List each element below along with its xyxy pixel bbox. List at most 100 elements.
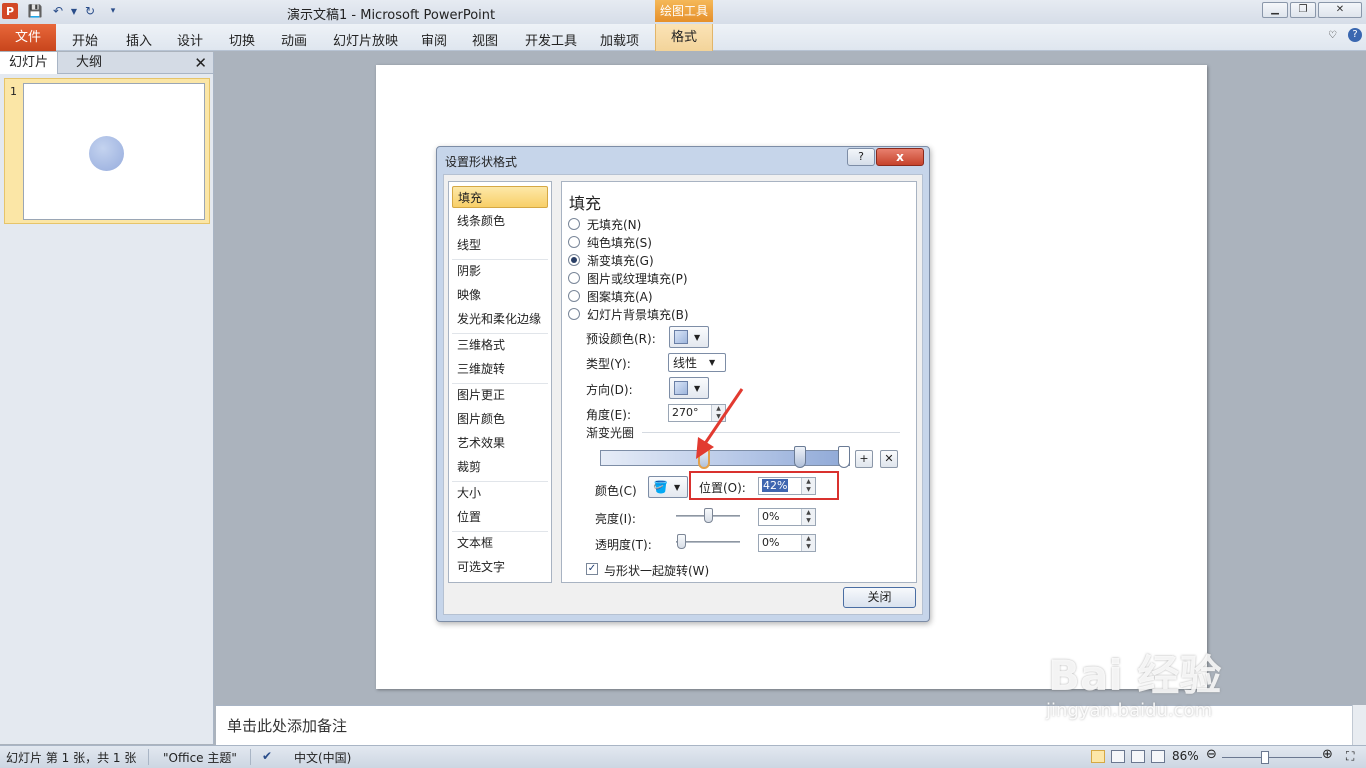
transparency-slider-thumb[interactable]	[677, 534, 686, 549]
category-alt-text[interactable]: 可选文字	[452, 556, 548, 578]
radio-button[interactable]	[568, 308, 580, 320]
tab-format[interactable]: 格式	[655, 24, 713, 51]
close-window-button[interactable]: ✕	[1318, 2, 1362, 18]
preset-colors-label: 预设颜色(R):	[586, 332, 656, 346]
type-label: 类型(Y):	[586, 357, 631, 371]
dialog-close-x-button[interactable]: x	[876, 148, 924, 166]
slideshow-view-icon[interactable]	[1151, 750, 1165, 763]
tab-slideshow[interactable]: 幻灯片放映	[333, 30, 398, 49]
tab-insert[interactable]: 插入	[126, 30, 152, 49]
tab-home[interactable]: 开始	[72, 30, 98, 49]
category-3d-rotation[interactable]: 三维旋转	[452, 358, 548, 380]
category-size[interactable]: 大小	[452, 482, 548, 504]
radio-solid-fill[interactable]: 纯色填充(S)	[568, 234, 652, 250]
redo-icon[interactable]: ↻	[82, 3, 98, 19]
minimize-button[interactable]: ▁	[1262, 2, 1288, 18]
customize-qat-icon[interactable]: ▾	[105, 3, 121, 19]
brightness-spinner[interactable]: 0% ▲ ▼	[758, 508, 816, 526]
category-picture-corrections[interactable]: 图片更正	[452, 384, 548, 406]
remove-gradient-stop-icon[interactable]: ✕	[880, 450, 898, 468]
rotate-with-shape-checkbox[interactable]: ✓	[586, 563, 598, 575]
tab-outline[interactable]: 大纲	[60, 52, 118, 74]
zoom-in-icon[interactable]: ⊕	[1322, 747, 1333, 762]
tab-developer[interactable]: 开发工具	[525, 30, 577, 49]
close-panel-icon[interactable]: ✕	[194, 54, 207, 72]
tab-transitions[interactable]: 切换	[229, 30, 255, 49]
radio-button[interactable]	[568, 272, 580, 284]
category-picture-color[interactable]: 图片颜色	[452, 408, 548, 430]
transparency-spinner[interactable]: 0% ▲ ▼	[758, 534, 816, 552]
radio-gradient-fill[interactable]: 渐变填充(G)	[568, 252, 654, 268]
close-button[interactable]: 关闭	[843, 587, 916, 608]
category-shadow[interactable]: 阴影	[452, 260, 548, 282]
category-reflection[interactable]: 映像	[452, 284, 548, 306]
radio-picture-texture-fill[interactable]: 图片或纹理填充(P)	[568, 270, 688, 286]
tab-addins[interactable]: 加载项	[600, 30, 639, 49]
tab-review[interactable]: 审阅	[421, 30, 447, 49]
notes-scrollbar[interactable]	[1352, 705, 1366, 745]
status-divider	[250, 749, 251, 765]
undo-icon[interactable]: ↶	[50, 3, 66, 19]
radio-button[interactable]	[568, 290, 580, 302]
tab-design[interactable]: 设计	[177, 30, 203, 49]
category-text-box[interactable]: 文本框	[452, 532, 548, 554]
tab-view[interactable]: 视图	[472, 30, 498, 49]
gradient-stop[interactable]	[838, 446, 850, 468]
tab-animations[interactable]: 动画	[281, 30, 307, 49]
dialog-help-button[interactable]: ?	[847, 148, 875, 166]
reading-view-icon[interactable]	[1131, 750, 1145, 763]
powerpoint-app-icon[interactable]: P	[2, 3, 18, 19]
restore-button[interactable]: ❐	[1290, 2, 1316, 18]
ribbon-tab-bar: 文件 开始 插入 设计 切换 动画 幻灯片放映 审阅 视图 开发工具 加载项 格…	[0, 24, 1366, 51]
brightness-slider-thumb[interactable]	[704, 508, 713, 523]
radio-button[interactable]	[568, 218, 580, 230]
undo-dropdown-icon[interactable]: ▼	[66, 3, 82, 19]
radio-label: 图片或纹理填充(P)	[587, 271, 688, 286]
zoom-level[interactable]: 86%	[1172, 749, 1199, 763]
preset-colors-dropdown[interactable]: ▼	[669, 326, 709, 348]
radio-pattern-fill[interactable]: 图案填充(A)	[568, 288, 653, 304]
radio-slide-background-fill[interactable]: 幻灯片背景填充(B)	[568, 306, 689, 322]
gradient-stop[interactable]	[794, 446, 806, 468]
slide-sorter-icon[interactable]	[1111, 750, 1125, 763]
slide-number: 1	[10, 85, 17, 98]
spin-arrows-icon[interactable]: ▲ ▼	[801, 509, 815, 525]
slide-thumbnail-item[interactable]: 1	[4, 78, 210, 224]
category-3d-format[interactable]: 三维格式	[452, 334, 548, 356]
type-select[interactable]: 线性 ▼	[668, 353, 726, 372]
category-fill[interactable]: 填充	[452, 186, 548, 208]
radio-button-selected[interactable]	[568, 254, 580, 266]
brightness-label: 亮度(I):	[595, 512, 636, 526]
category-glow-soft-edges[interactable]: 发光和柔化边缘	[452, 308, 548, 330]
category-position[interactable]: 位置	[452, 506, 548, 528]
language-status[interactable]: 中文(中国)	[294, 749, 351, 766]
tab-file[interactable]: 文件	[0, 24, 56, 51]
spell-check-icon[interactable]: ✔	[262, 749, 272, 763]
zoom-slider-thumb[interactable]	[1261, 751, 1269, 764]
minimize-ribbon-icon[interactable]: ♡	[1328, 30, 1337, 41]
radio-no-fill[interactable]: 无填充(N)	[568, 216, 641, 232]
category-line-style[interactable]: 线型	[452, 234, 548, 256]
slides-panel: 幻灯片 大纲 ✕ 1	[0, 52, 214, 744]
add-gradient-stop-icon[interactable]: +	[855, 450, 873, 468]
fill-heading: 填充	[569, 194, 602, 213]
brightness-value: 0%	[762, 510, 780, 523]
tab-slides[interactable]: 幻灯片	[0, 52, 58, 74]
theme-status[interactable]: "Office 主题"	[163, 749, 237, 766]
help-icon[interactable]: ?	[1348, 28, 1362, 42]
direction-label: 方向(D):	[586, 383, 633, 397]
spin-arrows-icon[interactable]: ▲ ▼	[801, 535, 815, 551]
radio-button[interactable]	[568, 236, 580, 248]
zoom-out-icon[interactable]: ⊖	[1206, 747, 1217, 762]
color-dropdown[interactable]: 🪣 ▼	[648, 476, 688, 498]
paint-bucket-icon: 🪣	[653, 480, 668, 494]
save-icon[interactable]: 💾	[27, 3, 43, 19]
slide-thumbnail[interactable]	[23, 83, 205, 220]
rotate-with-shape-label: 与形状一起旋转(W)	[604, 564, 710, 578]
normal-view-icon[interactable]	[1091, 750, 1105, 763]
category-crop[interactable]: 裁剪	[452, 456, 548, 478]
category-artistic-effects[interactable]: 艺术效果	[452, 432, 548, 454]
zoom-slider-track[interactable]	[1222, 757, 1322, 758]
fit-to-window-icon[interactable]: ⛶	[1346, 749, 1354, 764]
category-line-color[interactable]: 线条颜色	[452, 210, 548, 232]
